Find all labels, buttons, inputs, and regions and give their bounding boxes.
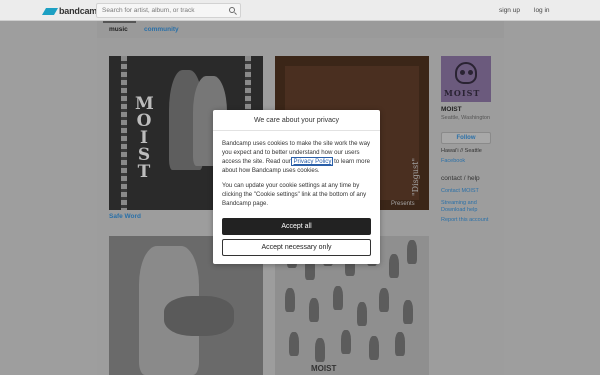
- band-name: MOIST: [441, 106, 462, 113]
- cover-figure: [389, 254, 399, 278]
- dialog-paragraph-2: You can update your cookie settings at a…: [222, 182, 367, 207]
- band-photo-text: MOIST: [444, 88, 481, 98]
- follow-button[interactable]: Follow: [441, 132, 491, 144]
- top-bar: bandcamp sign up log in: [0, 0, 600, 21]
- dialog-title: We care about your privacy: [213, 110, 380, 131]
- chain-left: [121, 56, 127, 210]
- dialog-paragraph-1: Bandcamp uses cookies to make the site w…: [222, 139, 374, 175]
- accept-all-button[interactable]: Accept all: [222, 218, 371, 235]
- skull-icon: [455, 62, 477, 84]
- cover-figure: [333, 286, 343, 310]
- band-tabs: music community: [97, 21, 504, 38]
- report-account-link[interactable]: Report this account: [441, 217, 501, 224]
- contact-heading: contact / help: [441, 175, 480, 182]
- streaming-help-link[interactable]: Streaming and Download help: [441, 200, 501, 214]
- dialog-body: Bandcamp uses cookies to make the site w…: [222, 139, 374, 214]
- release-title[interactable]: Safe Word: [109, 213, 141, 220]
- cover-figure: [379, 288, 389, 312]
- privacy-dialog: We care about your privacy Bandcamp uses…: [213, 110, 380, 264]
- band-photo[interactable]: MOIST: [441, 56, 491, 102]
- cover-figure: [357, 302, 367, 326]
- band-bio: Hawai'i // Seattle: [441, 148, 482, 154]
- facebook-link[interactable]: Facebook: [441, 158, 501, 165]
- cover-presents-text: Presents: [391, 201, 415, 207]
- contact-link[interactable]: Contact MOIST: [441, 188, 501, 195]
- cover-figure: [285, 288, 295, 312]
- cover-figure: [407, 240, 417, 264]
- cover-figure: [309, 298, 319, 322]
- sign-up-link[interactable]: sign up: [499, 7, 520, 14]
- tab-community[interactable]: community: [144, 26, 179, 33]
- log-in-link[interactable]: log in: [534, 7, 550, 14]
- cover-band-text: MOIST: [135, 94, 154, 182]
- privacy-policy-link[interactable]: Privacy Policy: [291, 157, 334, 166]
- cover-figure: [369, 336, 379, 360]
- cover-figure: [395, 332, 405, 356]
- cover-figure: [403, 300, 413, 324]
- bandcamp-logo-icon: [41, 7, 59, 15]
- tab-music[interactable]: music: [109, 26, 128, 33]
- band-location: Seattle, Washington: [441, 115, 491, 121]
- cover-figure: [341, 330, 351, 354]
- cover-hand-shape: [164, 296, 234, 336]
- cover-figure: [289, 332, 299, 356]
- accept-necessary-button[interactable]: Accept necessary only: [222, 239, 371, 256]
- search-input[interactable]: [96, 3, 241, 18]
- bandcamp-logo[interactable]: bandcamp: [41, 5, 103, 17]
- cover-figure: [315, 338, 325, 362]
- search-icon[interactable]: [229, 7, 235, 13]
- active-tab-indicator: [103, 21, 136, 23]
- cover-band-text: MOIST: [311, 364, 337, 373]
- cover-title-text: "Disgust": [411, 157, 420, 196]
